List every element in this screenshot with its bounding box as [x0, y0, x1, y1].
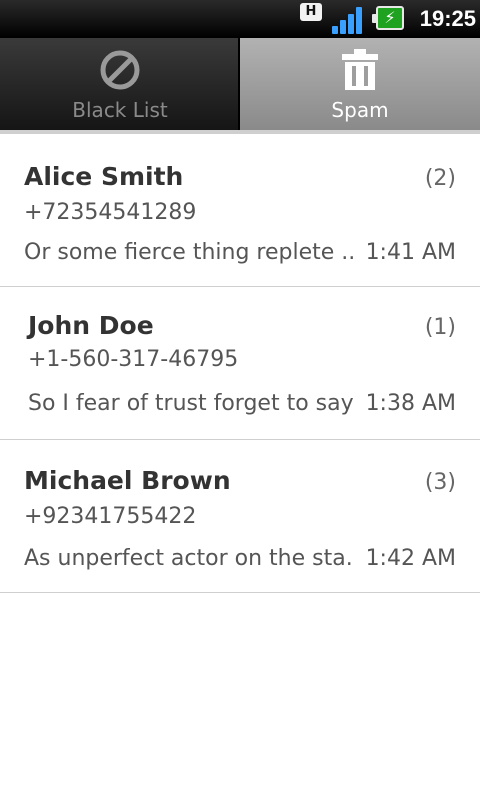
tab-label: Black List: [72, 98, 168, 122]
message-count: (3): [424, 470, 456, 495]
tab-bar: Black List Spam: [0, 38, 480, 134]
battery-charging-icon: ⚡: [372, 6, 406, 32]
phone-number: +1-560-317-46795: [28, 347, 239, 372]
phone-number: +72354541289: [24, 200, 197, 225]
trash-icon: [342, 49, 378, 90]
message-count: (1): [424, 315, 456, 340]
list-item[interactable]: Michael Brown (3) +92341755422 As unperf…: [0, 440, 480, 593]
signal-strength-icon: [332, 4, 368, 34]
tab-black-list[interactable]: Black List: [0, 38, 240, 130]
contact-name: John Doe: [28, 311, 154, 340]
status-bar: H ⚡ 19:25: [0, 0, 480, 38]
message-time: 1:42 AM: [365, 546, 456, 571]
message-preview: As unperfect actor on the sta...: [24, 546, 354, 571]
tab-label: Spam: [331, 98, 389, 122]
message-time: 1:38 AM: [365, 391, 456, 416]
tab-spam[interactable]: Spam: [240, 38, 480, 130]
contact-name: Alice Smith: [24, 162, 184, 191]
network-type-icon: H: [300, 3, 322, 21]
phone-number: +92341755422: [24, 504, 197, 529]
message-preview: So I fear of trust forget to say: [28, 391, 354, 416]
message-count: (2): [424, 166, 456, 191]
contact-name: Michael Brown: [24, 466, 231, 495]
status-clock: 19:25: [419, 6, 476, 31]
message-time: 1:41 AM: [365, 240, 456, 265]
spam-message-list: Alice Smith (2) +72354541289 Or some fie…: [0, 134, 480, 593]
list-item[interactable]: Alice Smith (2) +72354541289 Or some fie…: [0, 134, 480, 287]
block-icon: [100, 50, 140, 90]
message-preview: Or some fierce thing replete ...: [24, 240, 354, 265]
list-item[interactable]: John Doe (1) +1-560-317-46795 So I fear …: [0, 287, 480, 440]
